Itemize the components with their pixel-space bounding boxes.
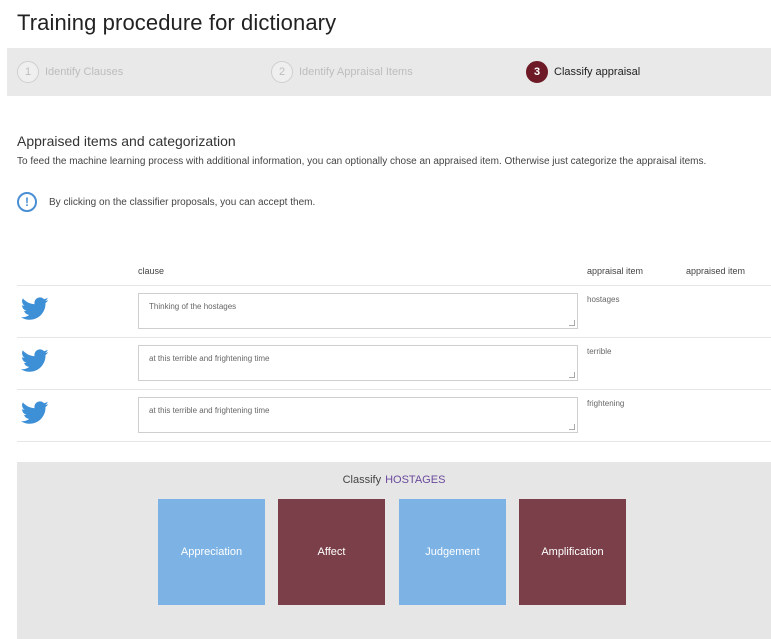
step-label: Identify Clauses [45,66,124,78]
classify-prefix: Classify [342,474,382,486]
clause-text: Thinking of the hostages [149,302,237,311]
info-text: By clicking on the classifier proposals,… [49,196,316,208]
category-judgement-button[interactable]: Judgement [399,499,506,605]
section-description: To feed the machine learning process wit… [17,156,707,167]
step-label: Classify appraisal [554,66,641,78]
table-row: at this terrible and frightening time fr… [17,390,771,442]
classify-target: HOSTAGES [385,474,446,486]
step-number: 3 [526,61,548,83]
column-header-appraisal-item: appraisal item [587,266,644,276]
table-row: at this terrible and frightening time te… [17,338,771,390]
table-header: clause appraisal item appraised item [17,256,771,286]
clause-text: at this terrible and frightening time [149,406,270,415]
page-title: Training procedure for dictionary [17,10,337,35]
clause-textarea[interactable]: at this terrible and frightening time [138,345,578,381]
step-identify-clauses[interactable]: 1 Identify Clauses [17,61,123,83]
section-title: Appraised items and categorization [17,133,236,149]
step-label: Identify Appraisal Items [299,66,413,78]
clause-textarea[interactable]: Thinking of the hostages [138,293,578,329]
category-affect-button[interactable]: Affect [278,499,385,605]
classify-heading: Classify HOSTAGES [17,474,771,486]
exclamation-circle-icon: ! [17,192,37,212]
step-classify-appraisal[interactable]: 3 Classify appraisal [526,61,640,83]
appraisal-item-value[interactable]: terrible [587,347,611,356]
step-number: 1 [17,61,39,83]
category-appreciation-button[interactable]: Appreciation [158,499,265,605]
classify-panel: Classify HOSTAGES Appreciation Affect Jud… [17,462,771,639]
step-number: 2 [271,61,293,83]
twitter-bird-icon [21,349,49,372]
table-row: Thinking of the hostages hostages [17,286,771,338]
column-header-clause: clause [138,266,165,276]
step-identify-appraisal-items[interactable]: 2 Identify Appraisal Items [271,61,413,83]
column-header-appraised-item: appraised item [686,266,746,276]
clause-textarea[interactable]: at this terrible and frightening time [138,397,578,433]
twitter-bird-icon [21,297,49,320]
twitter-bird-icon [21,401,49,424]
category-amplification-button[interactable]: Amplification [519,499,626,605]
clause-text: at this terrible and frightening time [149,354,270,363]
info-hint: ! By clicking on the classifier proposal… [17,192,315,212]
resize-handle[interactable] [569,320,575,326]
appraisal-item-value[interactable]: frightening [587,399,624,408]
clause-table: clause appraisal item appraised item Thi… [17,256,771,442]
appraisal-item-value[interactable]: hostages [587,295,619,304]
progress-stepper: 1 Identify Clauses 2 Identify Appraisal … [7,48,771,96]
resize-handle[interactable] [569,424,575,430]
resize-handle[interactable] [569,372,575,378]
